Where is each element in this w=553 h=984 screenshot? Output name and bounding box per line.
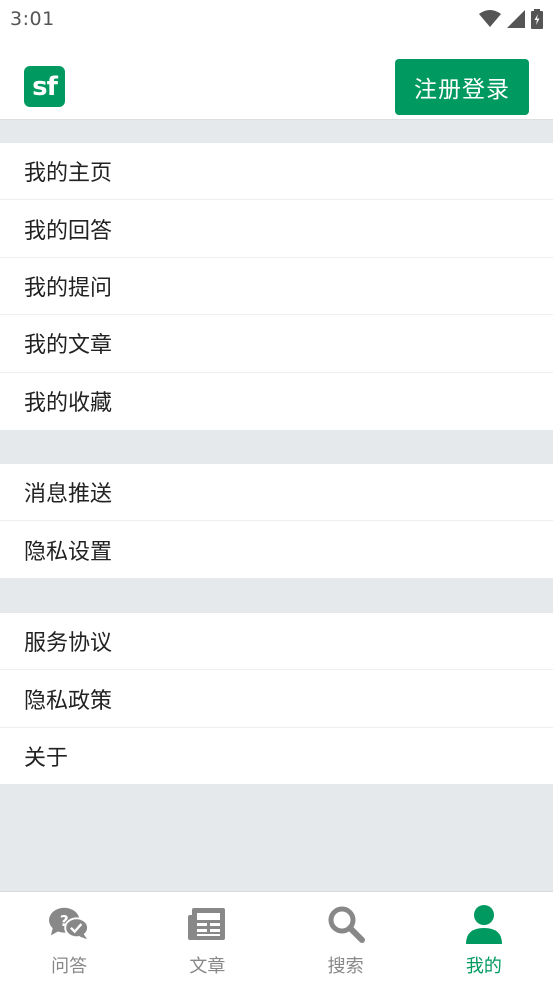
tab-label: 我的 (465, 956, 502, 977)
menu-item-my-favorites[interactable]: 我的收藏 (0, 373, 553, 430)
menu-item-my-questions[interactable]: 我的提问 (0, 258, 553, 316)
search-icon (326, 904, 366, 944)
wifi-icon (479, 10, 501, 27)
qa-bubbles-icon: ? (49, 904, 90, 944)
tab-label: 文章 (189, 956, 226, 977)
bottom-tab-bar: ? 问答 文章 搜索 我的 (0, 891, 553, 984)
register-login-button[interactable]: 注册登录 (395, 59, 529, 115)
tab-qa[interactable]: ? 问答 (0, 892, 138, 984)
menu-item-about[interactable]: 关于 (0, 728, 553, 785)
app-header: sf 注册登录 (0, 38, 553, 120)
menu-group-legal: 服务协议 隐私政策 关于 (0, 613, 553, 784)
menu-group-settings: 消息推送 隐私设置 (0, 464, 553, 578)
menu-item-privacy-policy[interactable]: 隐私政策 (0, 670, 553, 728)
article-newspaper-icon (187, 904, 227, 944)
tab-articles[interactable]: 文章 (138, 892, 276, 984)
menu-item-service-agreement[interactable]: 服务协议 (0, 613, 553, 671)
menu-item-push-notifications[interactable]: 消息推送 (0, 464, 553, 522)
svg-text:?: ? (60, 912, 69, 930)
tab-label: 问答 (51, 956, 88, 977)
menu-group-profile: 我的主页 我的回答 我的提问 我的文章 我的收藏 (0, 143, 553, 430)
menu-item-my-articles[interactable]: 我的文章 (0, 315, 553, 373)
tab-mine[interactable]: 我的 (415, 892, 553, 984)
tab-search[interactable]: 搜索 (277, 892, 415, 984)
status-icons (479, 9, 543, 29)
menu-item-privacy-settings[interactable]: 隐私设置 (0, 521, 553, 578)
menu-item-my-homepage[interactable]: 我的主页 (0, 143, 553, 201)
sf-logo[interactable]: sf (24, 66, 65, 107)
status-time: 3:01 (10, 8, 55, 30)
tab-label: 搜索 (327, 956, 364, 977)
status-bar: 3:01 (0, 0, 553, 38)
cellular-signal-icon (507, 10, 525, 28)
user-icon (464, 904, 504, 944)
menu-item-my-answers[interactable]: 我的回答 (0, 200, 553, 258)
battery-icon (531, 9, 543, 29)
